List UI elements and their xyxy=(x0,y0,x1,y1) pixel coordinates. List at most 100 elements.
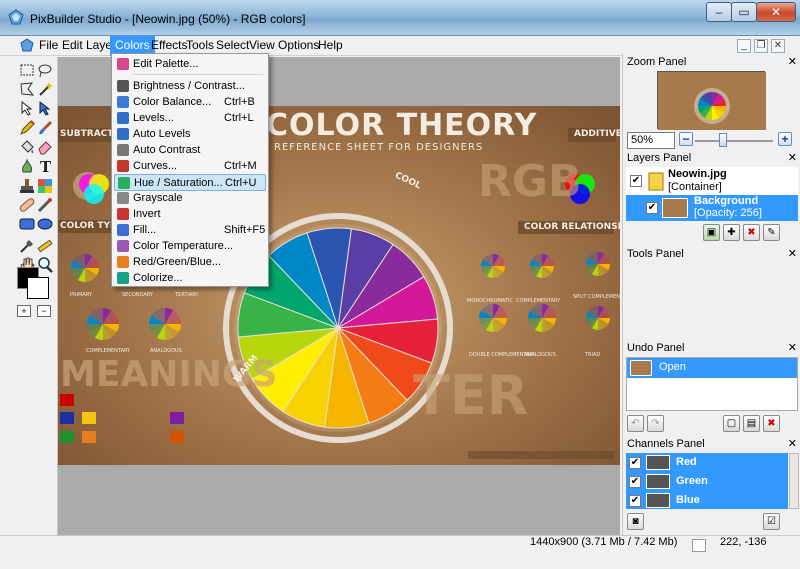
layer-visibility-checkbox[interactable]: ✔ xyxy=(646,202,658,214)
menu-item-label: Brightness / Contrast... xyxy=(133,80,245,92)
layer-row-neowin[interactable]: ✔ Neowin.jpg [Container] xyxy=(626,167,798,195)
rect-select-icon[interactable] xyxy=(18,61,36,79)
polygon-lasso-icon[interactable] xyxy=(18,80,36,98)
zoom-out-button[interactable]: − xyxy=(679,132,693,146)
undo-item-open[interactable]: Open xyxy=(627,358,797,378)
delete-history-button[interactable]: ✖ xyxy=(763,415,780,432)
layer-properties-button[interactable]: ✎ xyxy=(763,224,780,241)
redo-button[interactable]: ↷ xyxy=(647,415,664,432)
magic-wand-icon[interactable] xyxy=(36,80,54,98)
menu-item-label: Hue / Saturation... xyxy=(134,177,223,189)
channel-checkbox[interactable]: ✔ xyxy=(629,476,641,488)
colors-menu-item[interactable]: Color Balance... Ctrl+B xyxy=(114,94,266,111)
colors-menu-item[interactable]: Levels... Ctrl+L xyxy=(114,110,266,127)
channel-properties-button[interactable]: ☑ xyxy=(763,513,780,530)
channel-row-green[interactable]: ✔ Green xyxy=(626,472,788,491)
menu-item-shortcut: Ctrl+U xyxy=(225,177,257,189)
color-picker-icon[interactable] xyxy=(36,177,54,195)
colors-menu-item[interactable]: Curves... Ctrl+M xyxy=(114,158,266,175)
layer-row-background[interactable]: ✔ Background [Opacity: 256] xyxy=(626,195,798,221)
folder-icon xyxy=(648,172,664,191)
measure-icon[interactable] xyxy=(36,237,54,255)
add-layer-button[interactable]: ✚ xyxy=(723,224,740,241)
colors-menu-item[interactable]: Fill... Shift+F5 xyxy=(114,222,266,239)
zoom-slider-handle[interactable] xyxy=(719,133,727,147)
zoom-slider-track[interactable] xyxy=(695,140,773,142)
menu-item-label: Colorize... xyxy=(133,272,183,284)
new-snapshot-button[interactable]: ▢ xyxy=(723,415,740,432)
paint-bucket-icon[interactable] xyxy=(18,138,36,156)
menu-item-icon xyxy=(117,80,129,92)
mdi-close-icon[interactable]: ✕ xyxy=(771,39,785,53)
status-bar xyxy=(0,535,800,569)
svg-text:T: T xyxy=(40,158,52,175)
zoom-in-button[interactable]: + xyxy=(778,132,792,146)
lasso-icon[interactable] xyxy=(36,61,54,79)
colors-menu-item[interactable]: Color Temperature... xyxy=(114,238,266,255)
channel-row-blue[interactable]: ✔ Blue xyxy=(626,491,788,509)
sharpen-icon[interactable] xyxy=(36,196,54,214)
app-logo-icon xyxy=(8,9,24,25)
menu-item-icon xyxy=(117,112,129,124)
colors-menu-item[interactable]: Colorize... xyxy=(114,270,266,287)
menu-item-icon xyxy=(117,160,129,172)
menu-item-icon xyxy=(117,240,129,252)
layer-visibility-checkbox[interactable]: ✔ xyxy=(630,175,642,187)
undo-panel-close-icon[interactable]: ✕ xyxy=(788,340,797,356)
channel-thumbnail xyxy=(646,455,670,470)
zoom-level-input[interactable]: 50% xyxy=(627,132,675,149)
minimize-button[interactable]: ‒ xyxy=(706,2,732,22)
channel-thumbnail xyxy=(646,474,670,489)
colors-menu-item[interactable]: Edit Palette... xyxy=(114,56,266,73)
image-dimensions: 1440x900 (3.71 Mb / 7.42 Mb) xyxy=(530,536,678,548)
colors-menu-item[interactable]: Auto Contrast xyxy=(114,142,266,159)
ellipse-shape-icon[interactable] xyxy=(36,215,54,233)
pencil-icon[interactable] xyxy=(18,119,36,137)
colors-menu-item[interactable]: Brightness / Contrast... xyxy=(114,78,266,95)
menu-item-shortcut: Ctrl+L xyxy=(224,112,254,124)
channel-checkbox[interactable]: ✔ xyxy=(629,495,641,507)
label-triad: TRIAD xyxy=(585,352,601,358)
new-layer-button[interactable]: ▣ xyxy=(703,224,720,241)
close-button[interactable]: ✕ xyxy=(756,2,796,22)
menu-help[interactable]: Help xyxy=(313,36,348,56)
mdi-minimize-icon[interactable]: _ xyxy=(737,39,751,53)
eraser-icon[interactable] xyxy=(36,138,54,156)
menu-item-label: Edit Palette... xyxy=(133,58,199,70)
background-color-swatch[interactable] xyxy=(27,277,49,299)
undo-button[interactable]: ↶ xyxy=(627,415,644,432)
layers-panel-close-icon[interactable]: ✕ xyxy=(788,150,797,166)
zoom-in-small-button[interactable]: + xyxy=(17,305,31,317)
menu-item-label: Red/Green/Blue... xyxy=(133,256,222,268)
zoom-out-small-button[interactable]: − xyxy=(37,305,51,317)
channel-row-red[interactable]: ✔ Red xyxy=(626,453,788,472)
zoom-panel-close-icon[interactable]: ✕ xyxy=(788,54,797,70)
colors-menu-item[interactable]: Red/Green/Blue... xyxy=(114,254,266,271)
colors-menu-item[interactable]: Hue / Saturation... Ctrl+U xyxy=(114,174,266,191)
brush-icon[interactable] xyxy=(36,119,54,137)
bandage-icon[interactable] xyxy=(18,196,36,214)
channel-mask-button[interactable]: ◙ xyxy=(627,513,644,530)
colors-menu-item[interactable]: Invert xyxy=(114,206,266,223)
poster-subtitle: REFERENCE SHEET FOR DESIGNERS xyxy=(274,142,484,153)
delete-layer-button[interactable]: ✖ xyxy=(743,224,760,241)
eyedropper-icon[interactable] xyxy=(18,237,36,255)
channel-thumbnail xyxy=(646,493,670,508)
colors-menu-item[interactable]: Auto Levels xyxy=(114,126,266,143)
smudge-icon[interactable] xyxy=(18,157,36,175)
clone-stamp-icon[interactable] xyxy=(18,177,36,195)
maximize-button[interactable]: ▭ xyxy=(731,2,757,22)
select-tool-icon[interactable] xyxy=(36,99,54,117)
mdi-restore-icon[interactable]: ❐ xyxy=(754,39,768,53)
channels-scrollbar[interactable] xyxy=(789,453,799,509)
text-icon[interactable]: T xyxy=(36,157,54,175)
snapshot-button[interactable]: ▤ xyxy=(743,415,760,432)
move-icon[interactable] xyxy=(18,99,36,117)
menu-separator xyxy=(133,74,263,75)
tools-panel-close-icon[interactable]: ✕ xyxy=(788,246,797,262)
channels-panel-close-icon[interactable]: ✕ xyxy=(788,436,797,452)
rectangle-shape-icon[interactable] xyxy=(18,215,36,233)
zoom-preview-thumbnail[interactable] xyxy=(657,71,766,130)
channel-checkbox[interactable]: ✔ xyxy=(629,457,641,469)
colors-menu-item[interactable]: Grayscale xyxy=(114,190,266,207)
